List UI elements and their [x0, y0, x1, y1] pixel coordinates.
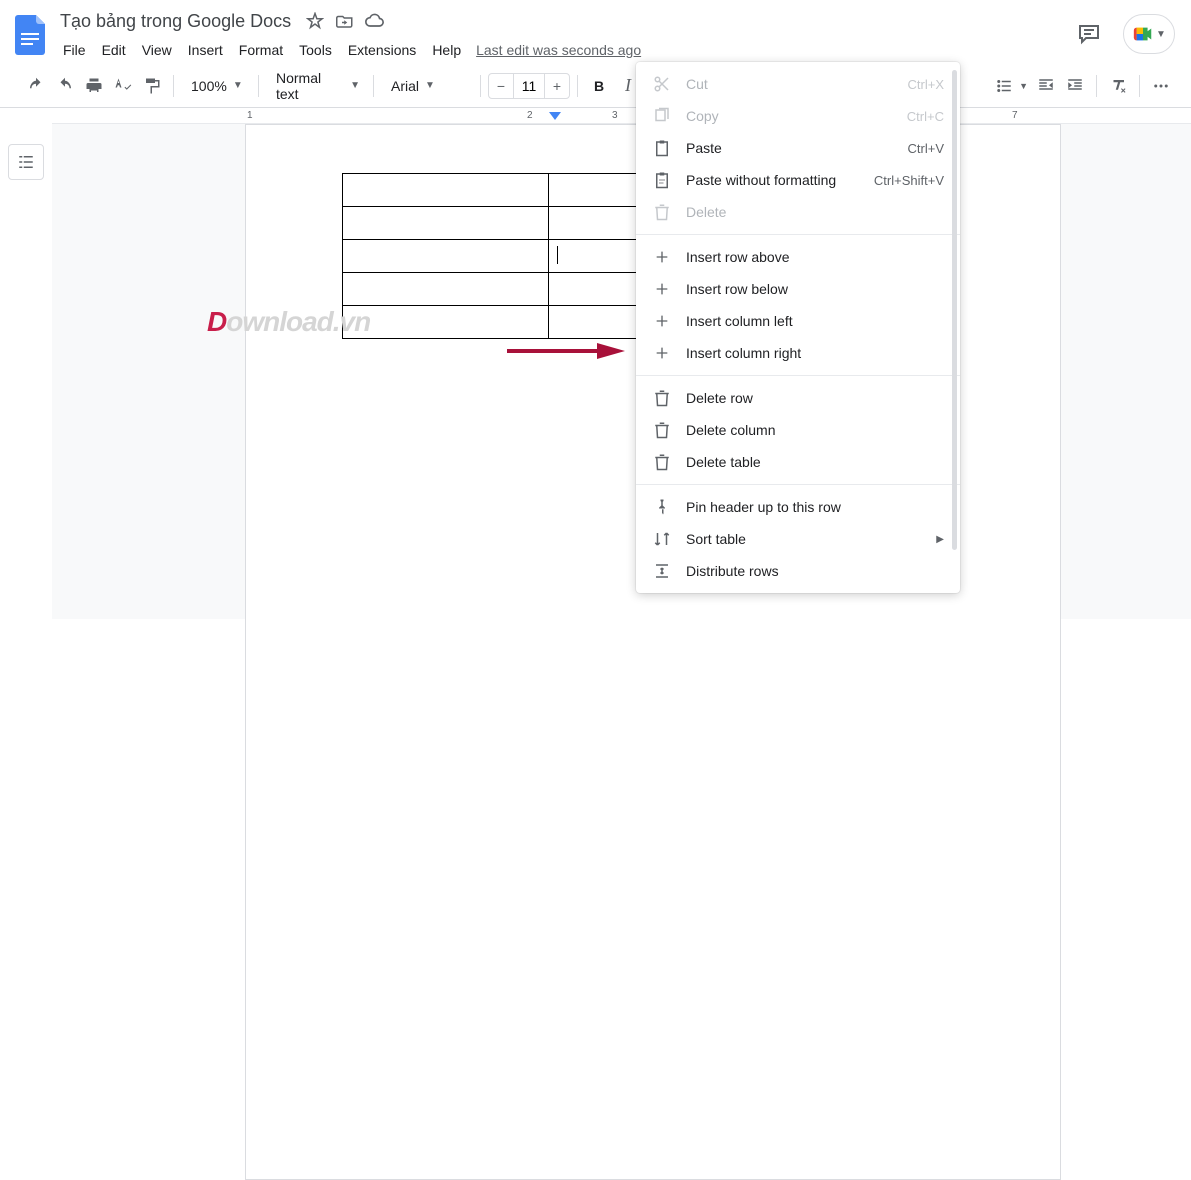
ruler-mark: 2 — [527, 110, 533, 121]
menu-item-distribute-rows[interactable]: Distribute rows — [636, 555, 960, 587]
star-icon[interactable] — [305, 11, 325, 31]
paint-format-button[interactable] — [138, 72, 166, 100]
menu-item-cut[interactable]: Cut Ctrl+X — [636, 68, 960, 100]
font-size-increase[interactable]: + — [545, 74, 569, 98]
workspace: 1 2 3 7 Download.vn — [0, 108, 1191, 619]
divider — [636, 484, 960, 485]
menu-help[interactable]: Help — [425, 38, 468, 62]
canvas-area[interactable]: 1 2 3 7 Download.vn — [52, 108, 1191, 619]
trash-icon — [652, 452, 672, 472]
menu-item-paste-plain[interactable]: Paste without formatting Ctrl+Shift+V — [636, 164, 960, 196]
copy-icon — [652, 106, 672, 126]
menu-extensions[interactable]: Extensions — [341, 38, 423, 62]
outline-button[interactable] — [8, 144, 44, 180]
indent-increase-button[interactable] — [1061, 72, 1089, 100]
last-edit-link[interactable]: Last edit was seconds ago — [476, 42, 641, 58]
undo-button[interactable] — [22, 72, 50, 100]
cut-icon — [652, 74, 672, 94]
chevron-down-icon: ▼ — [350, 80, 360, 91]
style-select[interactable]: Normal text▼ — [266, 72, 366, 100]
chevron-down-icon: ▼ — [1156, 29, 1166, 40]
docs-logo[interactable] — [10, 8, 50, 62]
font-select[interactable]: Arial▼ — [381, 72, 473, 100]
font-size-input[interactable] — [513, 74, 545, 98]
header: Tạo bảng trong Google Docs File Edit Vie… — [0, 0, 1191, 64]
scrollbar[interactable] — [952, 70, 957, 550]
cloud-status-icon[interactable] — [365, 11, 385, 31]
ruler-mark: 3 — [612, 110, 618, 121]
bulleted-list-button[interactable] — [990, 72, 1018, 100]
paste-plain-icon — [652, 170, 672, 190]
menu-item-insert-row-below[interactable]: Insert row below — [636, 273, 960, 305]
menu-item-delete-col[interactable]: Delete column — [636, 414, 960, 446]
menu-item-insert-col-left[interactable]: Insert column left — [636, 305, 960, 337]
clear-formatting-button[interactable] — [1104, 72, 1132, 100]
menu-insert[interactable]: Insert — [181, 38, 230, 62]
menu-file[interactable]: File — [56, 38, 93, 62]
sort-icon — [652, 529, 672, 549]
font-size-group: − + — [488, 73, 570, 99]
spellcheck-button[interactable] — [109, 72, 137, 100]
menu-item-delete-table[interactable]: Delete table — [636, 446, 960, 478]
menu-item-paste[interactable]: Paste Ctrl+V — [636, 132, 960, 164]
ruler-mark: 1 — [247, 110, 253, 121]
move-icon[interactable] — [335, 11, 355, 31]
toolbar: 100%▼ Normal text▼ Arial▼ − + B I U ▼ — [0, 64, 1191, 108]
menu-item-copy[interactable]: Copy Ctrl+C — [636, 100, 960, 132]
chevron-right-icon: ▶ — [936, 534, 944, 545]
divider — [636, 234, 960, 235]
plus-icon — [652, 311, 672, 331]
pin-icon — [652, 497, 672, 517]
menu-view[interactable]: View — [135, 38, 179, 62]
menu-item-pin-header[interactable]: Pin header up to this row — [636, 491, 960, 523]
menu-item-insert-col-right[interactable]: Insert column right — [636, 337, 960, 369]
chevron-down-icon: ▼ — [233, 80, 243, 91]
ruler-mark: 7 — [1012, 110, 1018, 121]
chevron-down-icon[interactable]: ▼ — [1019, 81, 1028, 91]
zoom-select[interactable]: 100%▼ — [181, 72, 251, 100]
more-button[interactable] — [1147, 72, 1175, 100]
plus-icon — [652, 343, 672, 363]
menu-item-delete[interactable]: Delete — [636, 196, 960, 228]
trash-icon — [652, 420, 672, 440]
horizontal-ruler[interactable]: 1 2 3 7 — [52, 108, 1191, 124]
bold-button[interactable]: B — [585, 72, 613, 100]
header-right: ▼ — [1069, 8, 1179, 54]
comments-icon[interactable] — [1069, 14, 1109, 54]
print-button[interactable] — [80, 72, 108, 100]
left-sidebar — [0, 108, 52, 619]
plus-icon — [652, 279, 672, 299]
menu-item-sort-table[interactable]: Sort table ▶ — [636, 523, 960, 555]
menu-format[interactable]: Format — [232, 38, 290, 62]
indent-decrease-button[interactable] — [1032, 72, 1060, 100]
trash-icon — [652, 202, 672, 222]
trash-icon — [652, 388, 672, 408]
menu-bar: File Edit View Insert Format Tools Exten… — [56, 36, 1069, 64]
title-area: Tạo bảng trong Google Docs File Edit Vie… — [56, 8, 1069, 64]
document-title[interactable]: Tạo bảng trong Google Docs — [56, 9, 295, 34]
paste-icon — [652, 138, 672, 158]
menu-item-insert-row-above[interactable]: Insert row above — [636, 241, 960, 273]
menu-tools[interactable]: Tools — [292, 38, 339, 62]
meet-button[interactable]: ▼ — [1123, 14, 1175, 54]
font-size-decrease[interactable]: − — [489, 74, 513, 98]
plus-icon — [652, 247, 672, 267]
distribute-icon — [652, 561, 672, 581]
menu-item-delete-row[interactable]: Delete row — [636, 382, 960, 414]
divider — [636, 375, 960, 376]
context-menu: Cut Ctrl+X Copy Ctrl+C Paste Ctrl+V Past… — [636, 62, 960, 593]
text-cursor — [557, 246, 558, 264]
indent-marker-icon[interactable] — [549, 112, 561, 124]
chevron-down-icon: ▼ — [425, 80, 435, 91]
menu-edit[interactable]: Edit — [95, 38, 133, 62]
redo-button[interactable] — [51, 72, 79, 100]
